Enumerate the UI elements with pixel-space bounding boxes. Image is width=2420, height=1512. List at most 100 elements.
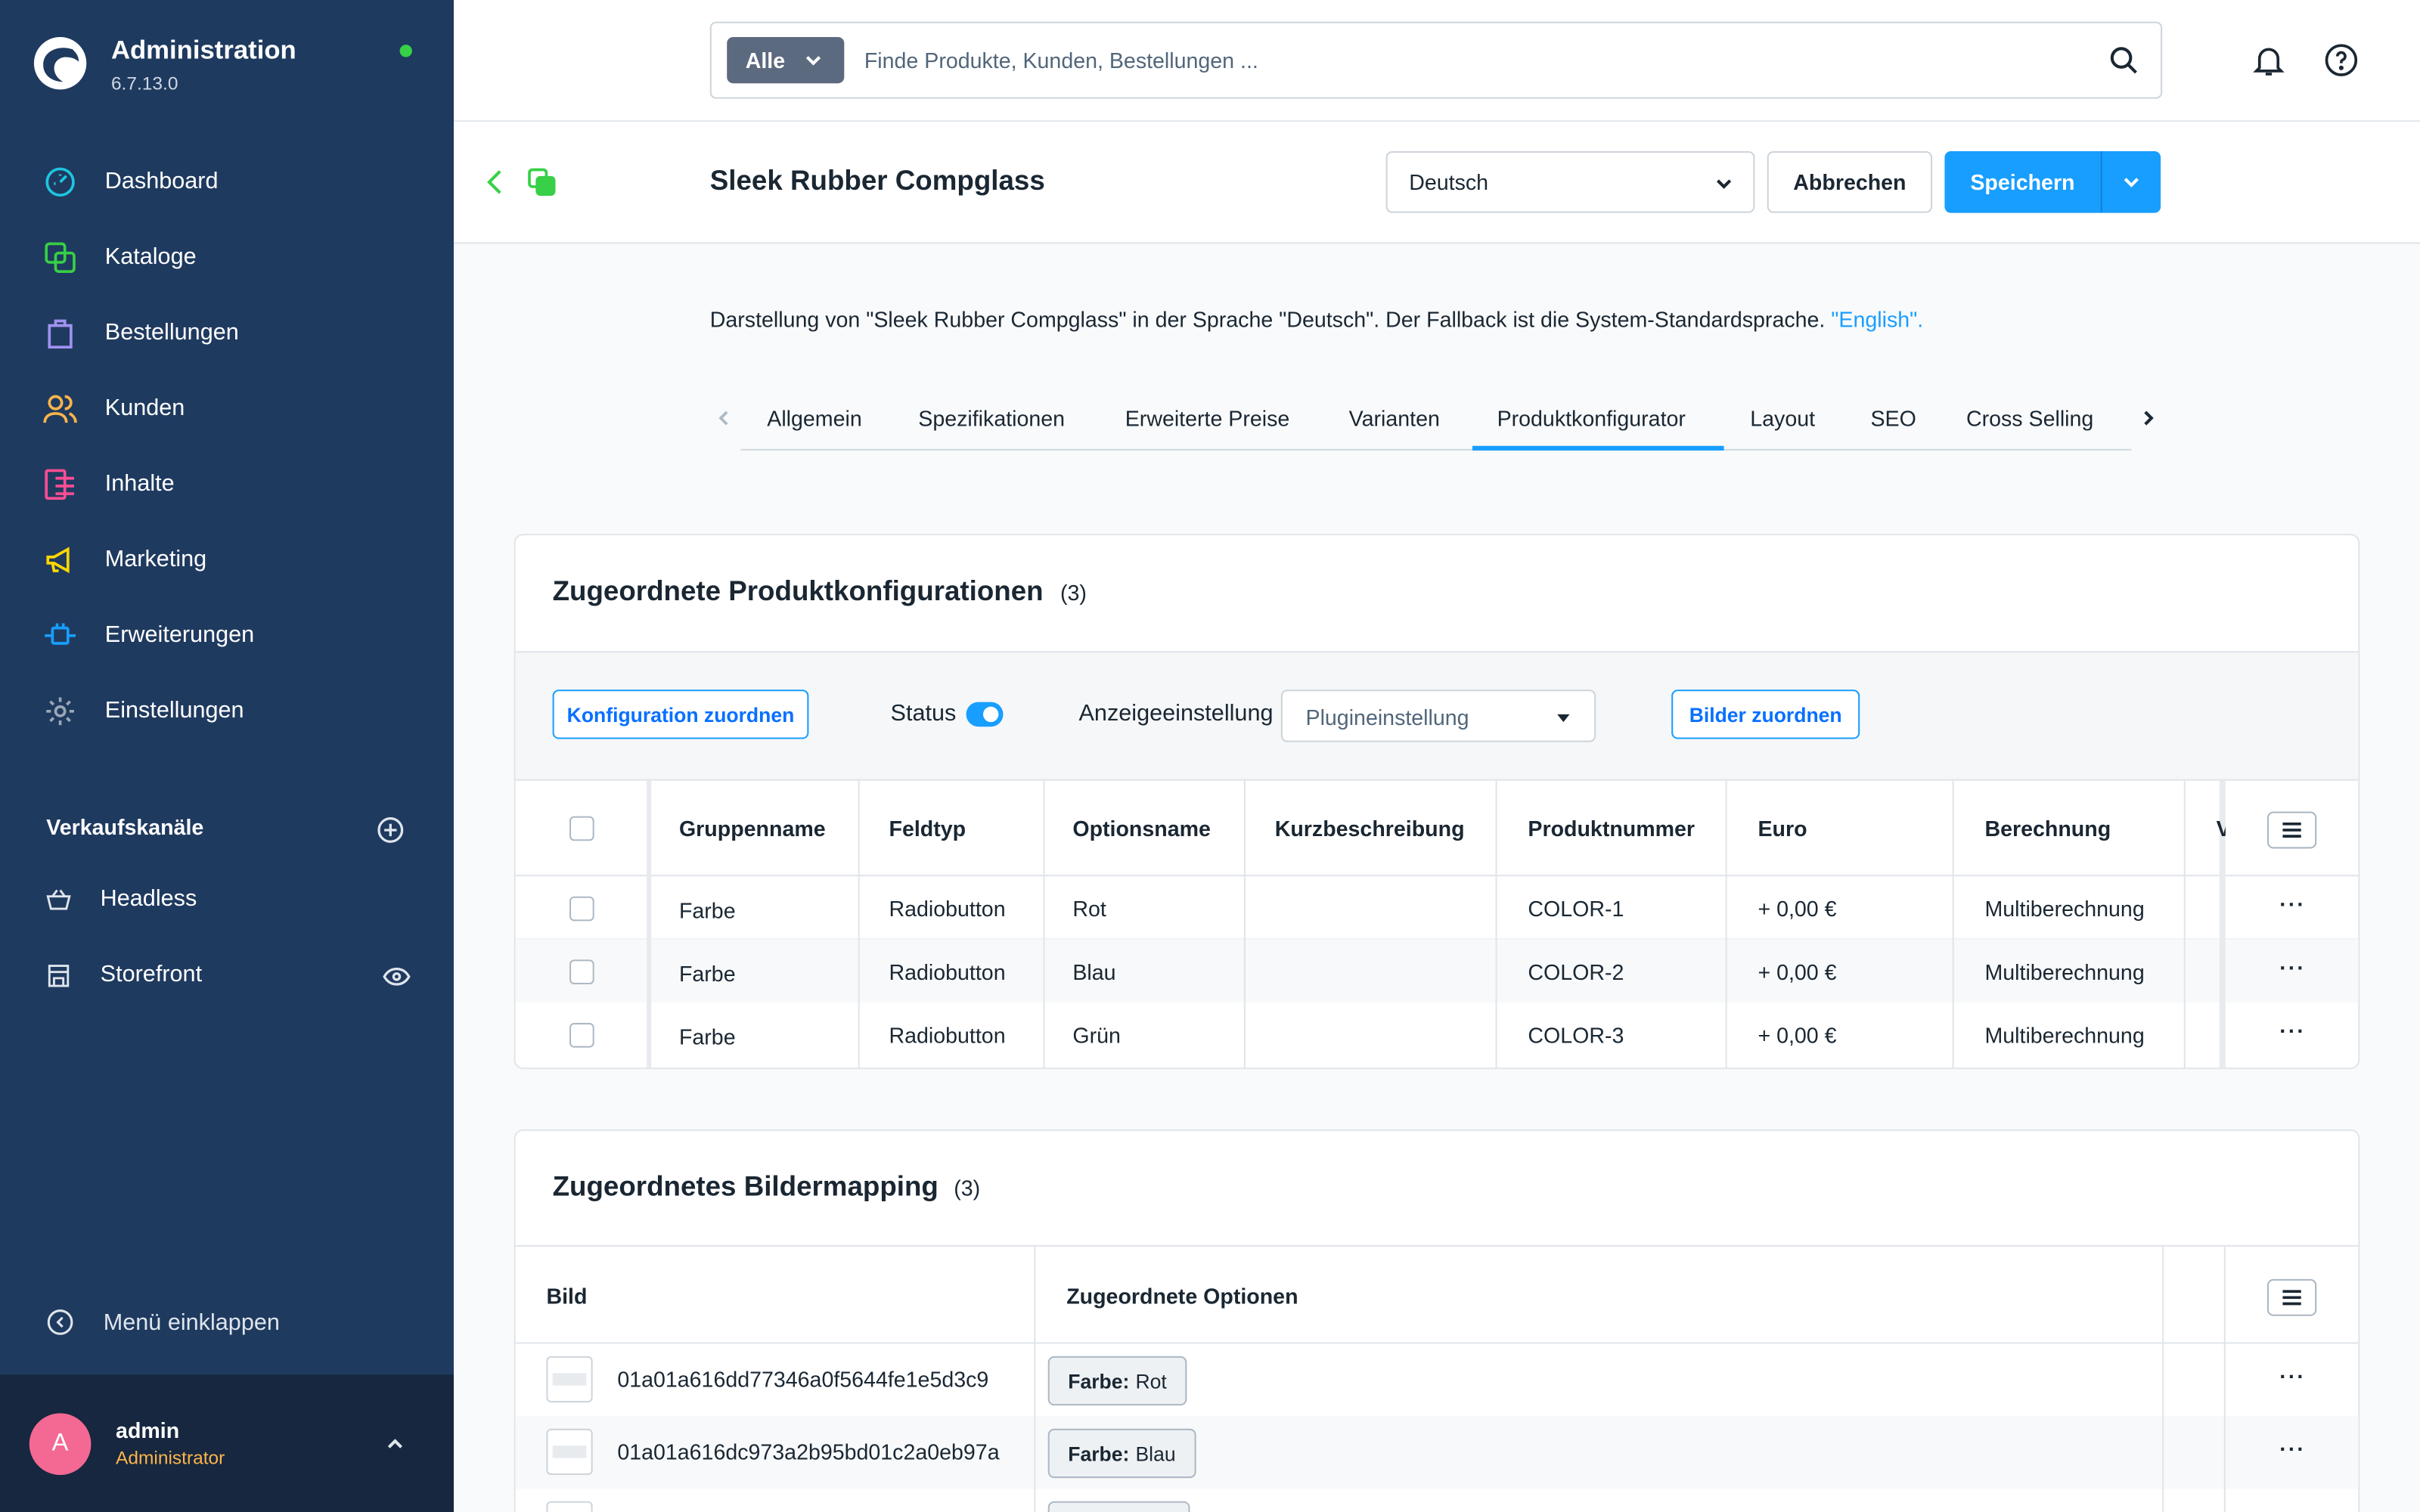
sidebar-item-label: Dashboard <box>104 168 219 195</box>
tab-general[interactable]: Allgemein <box>767 406 861 431</box>
media-id: 01a01a616dc973a2b95bd01c2a0eb97a <box>617 1439 1000 1464</box>
fallback-language-link[interactable]: "English". <box>1831 307 1923 332</box>
status-toggle[interactable] <box>966 702 1004 727</box>
sidebar-item-orders[interactable]: Bestellungen <box>0 295 454 370</box>
row-actions-button[interactable]: ··· <box>2279 955 2306 980</box>
sidebar-item-label: Kunden <box>104 395 185 422</box>
sidebar-item-label: Bestellungen <box>104 319 239 346</box>
search-input[interactable] <box>864 42 2068 79</box>
hamburger-icon <box>2282 822 2301 838</box>
tabs-divider <box>740 448 2132 451</box>
tab-specifications[interactable]: Spezifikationen <box>918 406 1065 431</box>
tab-variants[interactable]: Varianten <box>1349 406 1440 431</box>
column-header[interactable]: Euro <box>1758 816 1807 841</box>
avatar[interactable]: A <box>29 1413 92 1476</box>
brand[interactable]: Administration 6.7.13.0 <box>31 34 296 94</box>
tab-cross-selling[interactable]: Cross Selling <box>1966 406 2093 431</box>
chevron-left-icon[interactable] <box>713 407 735 429</box>
customers-icon <box>43 391 77 425</box>
add-circle-icon[interactable] <box>377 816 405 844</box>
search-type-select[interactable]: Alle <box>727 36 845 84</box>
card-title: Zugeordnete Produktkonfigurationen <box>552 575 1044 607</box>
back-arrow-icon[interactable] <box>483 168 508 196</box>
row-checkbox[interactable] <box>569 959 594 985</box>
chevron-right-icon[interactable] <box>2138 407 2160 429</box>
row-checkbox[interactable] <box>569 1023 594 1048</box>
card-count: (3) <box>1060 580 1087 605</box>
column-header[interactable]: Berechnung <box>1984 816 2111 841</box>
save-options-button[interactable] <box>2100 150 2161 213</box>
cell-product-number: COLOR-1 <box>1528 896 1624 922</box>
tab-seo[interactable]: SEO <box>1870 406 1916 431</box>
collapse-menu-button[interactable]: Menü einklappen <box>46 1309 280 1337</box>
row-checkbox[interactable] <box>569 896 594 922</box>
save-button[interactable]: Speichern <box>1944 150 2101 213</box>
sales-channel-label: Headless <box>100 885 197 912</box>
column-header[interactable]: Zugeordnete Optionen <box>1066 1284 1298 1309</box>
select-all-checkbox[interactable] <box>569 816 594 841</box>
cell-option: Grün <box>1072 1023 1121 1048</box>
cell-group: Farbe <box>678 897 736 923</box>
column-header[interactable]: Kurzbeschreibung <box>1275 816 1465 841</box>
cell-option: Blau <box>1072 959 1116 985</box>
cell-group: Farbe <box>678 1024 736 1049</box>
column-header[interactable]: Optionsname <box>1072 816 1211 841</box>
option-tag: Farbe: Rot <box>1047 1356 1187 1406</box>
marketing-icon <box>43 542 77 576</box>
image-thumbnail[interactable] <box>546 1356 593 1403</box>
help-icon[interactable] <box>2322 42 2360 79</box>
option-group: Farbe: <box>1068 1369 1130 1393</box>
column-divider <box>1243 780 1246 1068</box>
column-header[interactable]: V <box>2217 816 2226 841</box>
column-divider <box>2162 1246 2164 1512</box>
sidebar-item-customers[interactable]: Kunden <box>0 370 454 446</box>
row-actions-button[interactable]: ··· <box>2279 1364 2306 1389</box>
tab-layout[interactable]: Layout <box>1750 406 1815 431</box>
row-actions-button[interactable]: ··· <box>2279 892 2306 917</box>
sidebar-item-label: Einstellungen <box>104 697 244 724</box>
column-divider <box>647 780 652 1068</box>
row-actions-button[interactable]: ··· <box>2279 1018 2306 1043</box>
display-setting-select[interactable]: Plugineinstellung <box>1280 689 1596 742</box>
row-actions-button[interactable]: ··· <box>2279 1436 2306 1461</box>
tab-product-configurator[interactable]: Produktkonfigurator <box>1497 406 1686 431</box>
tab-advanced-prices[interactable]: Erweiterte Preise <box>1125 406 1290 431</box>
sales-channel-storefront[interactable]: Storefront <box>46 961 202 987</box>
column-header[interactable]: Gruppenname <box>679 816 826 841</box>
cell-price: + 0,00 € <box>1758 1023 1837 1048</box>
column-divider <box>2223 1246 2226 1512</box>
sales-channel-headless[interactable]: Headless <box>46 885 197 912</box>
column-settings-button[interactable] <box>2266 811 2317 849</box>
option-tag <box>1047 1501 1190 1512</box>
column-settings-button[interactable] <box>2266 1278 2317 1316</box>
sidebar-item-catalogs[interactable]: Kataloge <box>0 219 454 295</box>
cell-group: Farbe <box>678 961 736 987</box>
sidebar-item-dashboard[interactable]: Dashboard <box>0 144 454 219</box>
eye-icon[interactable] <box>383 967 411 986</box>
cancel-button[interactable]: Abbrechen <box>1767 150 1933 213</box>
cell-price: + 0,00 € <box>1758 896 1837 922</box>
search-type-label: Alle <box>745 48 786 73</box>
card-header-divider <box>515 1244 2359 1247</box>
card-count: (3) <box>954 1176 981 1201</box>
sidebar-item-content[interactable]: Inhalte <box>0 446 454 522</box>
sidebar-item-settings[interactable]: Einstellungen <box>0 673 454 748</box>
sidebar-item-extensions[interactable]: Erweiterungen <box>0 597 454 673</box>
chevron-up-icon[interactable] <box>383 1432 408 1457</box>
image-thumbnail[interactable] <box>546 1428 593 1476</box>
grid-header-divider <box>515 1342 2359 1344</box>
bell-icon[interactable] <box>2250 42 2287 79</box>
column-header[interactable]: Feldtyp <box>889 816 966 841</box>
column-header[interactable]: Bild <box>546 1284 587 1309</box>
assign-images-button[interactable]: Bilder zuordnen <box>1671 689 1860 739</box>
grid-header-divider <box>515 875 2359 877</box>
column-header[interactable]: Produktnummer <box>1528 816 1695 841</box>
language-select[interactable]: Deutsch <box>1385 150 1755 213</box>
assign-configuration-button[interactable]: Konfiguration zuordnen <box>552 689 809 739</box>
image-thumbnail[interactable] <box>546 1501 593 1512</box>
content-icon <box>43 466 77 500</box>
column-divider <box>1034 1246 1036 1512</box>
search-icon[interactable] <box>2108 45 2139 76</box>
hamburger-icon <box>2282 1290 2301 1306</box>
sidebar-item-marketing[interactable]: Marketing <box>0 522 454 597</box>
